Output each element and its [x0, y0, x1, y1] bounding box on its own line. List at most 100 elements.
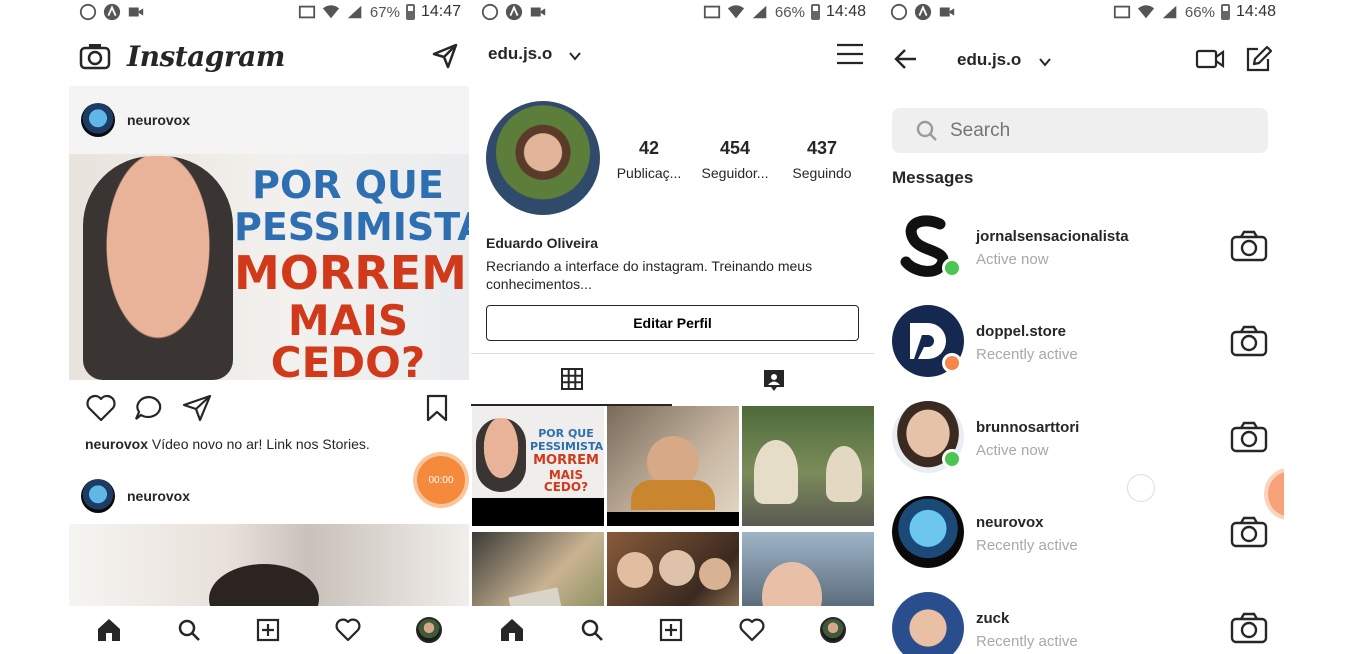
- menu-icon[interactable]: [836, 42, 864, 66]
- message-thread[interactable]: jornalsensacionalista Active now: [892, 210, 1272, 290]
- signal-icon: [1162, 5, 1177, 19]
- avatar[interactable]: [81, 103, 115, 137]
- battery-percent: 66%: [1184, 3, 1215, 21]
- caption-username[interactable]: neurovox: [85, 436, 148, 452]
- camera-icon[interactable]: [1230, 230, 1268, 262]
- whatsapp-icon: [890, 3, 908, 21]
- hammock-photo: [826, 446, 862, 502]
- video-call-icon[interactable]: [1195, 48, 1225, 70]
- message-thread[interactable]: neurovox Recently active: [892, 496, 1272, 576]
- person-photo: [631, 480, 715, 510]
- cast-icon: [298, 5, 316, 19]
- avatar[interactable]: [81, 479, 115, 513]
- account-switcher[interactable]: edu.js.o: [488, 44, 552, 64]
- camera-icon[interactable]: [1230, 612, 1268, 644]
- post-image[interactable]: POR QUE PESSIMISTAS MORREM MAIS CEDO?: [69, 154, 469, 384]
- back-arrow-icon[interactable]: [894, 48, 918, 70]
- feed-header: Instagram: [69, 34, 469, 82]
- message-thread[interactable]: brunnosarttori Active now: [892, 401, 1272, 481]
- tab-tagged[interactable]: [673, 354, 874, 406]
- profile-screen: 66% 14:48 edu.js.o 42 Publicaç... 454 Se…: [471, 0, 874, 654]
- search-icon[interactable]: [177, 618, 201, 642]
- stat-following[interactable]: 437 Seguindo: [780, 138, 864, 181]
- avatar[interactable]: [892, 592, 964, 654]
- status-bar: 66% 14:48: [471, 0, 874, 24]
- search-icon[interactable]: [580, 618, 604, 642]
- new-post-icon[interactable]: [659, 618, 683, 642]
- cast-icon: [1113, 5, 1131, 19]
- activity-heart-icon[interactable]: [739, 618, 765, 642]
- home-icon[interactable]: [499, 617, 525, 643]
- thread-status: Active now: [976, 442, 1049, 459]
- search-bar[interactable]: [892, 108, 1268, 153]
- signal-icon: [347, 5, 362, 19]
- person-photo: [83, 156, 233, 380]
- app-notification-icon: [914, 3, 932, 21]
- camera-icon[interactable]: [79, 42, 111, 70]
- profile-username: edu.js.o: [488, 44, 553, 63]
- stat-label: Seguindo: [792, 165, 852, 181]
- headline-line: POR QUE: [538, 427, 594, 440]
- profile-avatar-icon[interactable]: [415, 617, 442, 643]
- online-status-dot: [942, 258, 962, 278]
- post-header[interactable]: neurovox: [69, 86, 469, 154]
- search-input[interactable]: [950, 119, 1230, 142]
- post-actions: [69, 383, 469, 433]
- stat-posts[interactable]: 42 Publicaç...: [607, 138, 691, 181]
- messages-username: edu.js.o: [957, 50, 1022, 69]
- camera-icon[interactable]: [1230, 421, 1268, 453]
- whatsapp-icon: [79, 3, 97, 21]
- touch-indicator: [1127, 474, 1155, 502]
- video-camera-icon: [530, 7, 546, 17]
- signal-icon: [752, 5, 767, 19]
- thumb-headline: POR QUE PESSIMISTAS MORREM MAIS CEDO?: [530, 427, 604, 494]
- grid-post[interactable]: [742, 406, 874, 526]
- battery-icon: [810, 4, 820, 20]
- tagged-icon: [763, 370, 784, 391]
- new-message-icon[interactable]: [1244, 45, 1272, 73]
- thread-name: brunnosarttori: [976, 419, 1080, 436]
- post-username[interactable]: neurovox: [127, 488, 190, 504]
- post-headline: POR QUE PESSIMISTAS MORREM MAIS CEDO?: [234, 166, 469, 387]
- profile-picture[interactable]: [486, 101, 600, 215]
- post-username[interactable]: neurovox: [127, 112, 190, 128]
- new-post-icon[interactable]: [256, 618, 280, 642]
- home-icon[interactable]: [96, 617, 122, 643]
- video-camera-icon: [128, 7, 144, 17]
- camera-icon[interactable]: [1230, 516, 1268, 548]
- chevron-down-icon[interactable]: [1039, 57, 1051, 67]
- account-switcher[interactable]: edu.js.o: [957, 50, 1021, 70]
- status-bar: 67% 14:47: [69, 0, 469, 24]
- camera-icon[interactable]: [1230, 325, 1268, 357]
- activity-heart-icon[interactable]: [335, 618, 361, 642]
- app-notification-icon: [103, 3, 121, 21]
- edit-profile-button[interactable]: Editar Perfil: [486, 305, 859, 341]
- stat-followers[interactable]: 454 Seguidor...: [693, 138, 777, 181]
- comment-icon[interactable]: [133, 393, 165, 423]
- headline-line: MAIS CEDO?: [270, 296, 426, 387]
- thread-name: neurovox: [976, 514, 1044, 531]
- letterbox-bar: [607, 512, 739, 526]
- battery-icon: [405, 4, 415, 20]
- profile-avatar-icon[interactable]: [820, 617, 847, 643]
- person-photo: [659, 550, 695, 586]
- direct-send-icon[interactable]: [431, 42, 459, 70]
- grid-post[interactable]: POR QUE PESSIMISTAS MORREM MAIS CEDO?: [472, 406, 604, 526]
- messages-header: edu.js.o: [880, 34, 1284, 84]
- avatar[interactable]: [892, 496, 964, 568]
- message-thread[interactable]: doppel.store Recently active: [892, 305, 1272, 385]
- post-image[interactable]: [69, 524, 469, 634]
- heart-icon[interactable]: [85, 393, 117, 423]
- bookmark-icon[interactable]: [425, 393, 449, 423]
- message-thread[interactable]: zuck Recently active: [892, 592, 1272, 654]
- recording-timer[interactable]: 00:00: [417, 456, 465, 504]
- cast-icon: [703, 5, 721, 19]
- chevron-down-icon[interactable]: [569, 51, 581, 61]
- headline-line: MAIS CEDO?: [543, 468, 589, 494]
- post-header[interactable]: neurovox: [69, 462, 469, 530]
- share-icon[interactable]: [181, 393, 213, 423]
- letterbox-bar: [472, 498, 604, 526]
- grid-post[interactable]: [607, 406, 739, 526]
- tab-grid[interactable]: [471, 354, 672, 406]
- grid-icon: [560, 368, 583, 390]
